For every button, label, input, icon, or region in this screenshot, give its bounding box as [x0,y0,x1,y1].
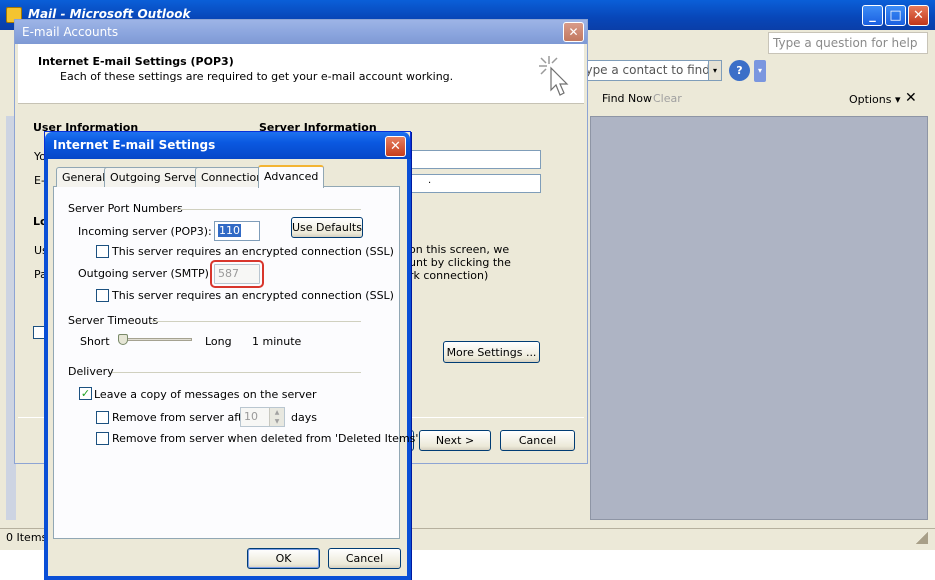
close-find-bar-icon[interactable]: ✕ [905,90,917,106]
next-button[interactable]: Next > [419,430,491,451]
remove-after-label: Remove from server after [112,411,254,424]
ssl-outgoing-label: This server requires an encrypted connec… [112,289,394,302]
test-settings-line-3: rk connection) [409,269,489,282]
status-items-count: 0 Items [6,531,48,544]
remove-deleted-checkbox[interactable] [96,432,109,445]
ssl-incoming-label: This server requires an encrypted connec… [112,245,394,258]
dialog-title: Internet E-mail Settings [53,138,216,152]
test-settings-line-2: unt by clicking the [409,256,511,269]
group-separator [152,321,361,322]
find-contact-dropdown-icon[interactable]: ▾ [708,60,722,81]
wizard-heading: Internet E-mail Settings (POP3) [38,55,234,68]
dialog-frame-bottom [44,576,411,580]
toolbar-overflow-icon[interactable]: ▾ [754,60,766,82]
reading-pane [590,116,928,520]
help-search-input[interactable]: Type a question for help [768,32,928,54]
server-port-numbers-heading: Server Port Numbers [68,202,183,215]
test-settings-line-1: on this screen, we [409,243,510,256]
email-accounts-close-button[interactable]: ✕ [563,22,584,42]
find-contact-input[interactable]: Type a contact to find [575,60,713,81]
options-menu[interactable]: Options ▾ [849,93,900,106]
outlook-close-button[interactable]: ✕ [908,5,929,26]
group-separator [175,209,361,210]
remove-deleted-label: Remove from server when deleted from 'De… [112,432,419,445]
resize-grip-icon[interactable] [916,532,928,544]
use-defaults-button[interactable]: Use Defaults [291,217,363,238]
timeout-long-label: Long [205,335,232,348]
leave-copy-checkbox[interactable]: ✓ [79,387,92,400]
ok-button[interactable]: OK [247,548,320,569]
email-accounts-title: E-mail Accounts [22,25,119,39]
incoming-port-value: 110 [218,224,241,237]
outgoing-server-field[interactable]: . [405,174,541,193]
server-timeouts-heading: Server Timeouts [68,314,159,327]
help-icon[interactable]: ? [729,60,750,81]
more-settings-button[interactable]: More Settings ... [443,341,540,363]
remove-after-checkbox[interactable] [96,411,109,424]
timeout-slider-track[interactable] [118,338,192,341]
maximize-button[interactable]: □ [885,5,906,26]
dialog-frame-right [407,159,411,580]
incoming-server-field[interactable] [405,150,541,169]
ssl-outgoing-checkbox[interactable] [96,289,109,302]
timeout-value: 1 minute [252,335,302,348]
ssl-incoming-checkbox[interactable] [96,245,109,258]
timeout-short-label: Short [80,335,110,348]
dialog-frame-left [44,159,48,580]
tab-outgoing-server[interactable]: Outgoing Server [104,167,207,187]
wizard-cursor-icon [539,56,569,96]
days-label: days [291,411,317,424]
minimize-button[interactable]: _ [862,5,883,26]
outgoing-server-label: Outgoing server (SMTP): [78,267,213,280]
group-separator [112,372,361,373]
tab-advanced[interactable]: Advanced [258,165,325,188]
wizard-cancel-button[interactable]: Cancel [500,430,575,451]
incoming-server-label: Incoming server (POP3): [78,225,212,238]
test-settings-text: on this screen, we unt by clicking the r… [409,243,511,282]
dialog-close-button[interactable]: ✕ [385,136,406,157]
dialog-cancel-button[interactable]: Cancel [328,548,401,569]
delivery-heading: Delivery [68,365,114,378]
outgoing-port-input[interactable]: 587 [210,260,264,288]
clear-button[interactable]: Clear [653,92,682,105]
wizard-subheading: Each of these settings are required to g… [60,70,454,83]
spinner-arrows-icon[interactable]: ▲ ▼ [269,408,284,426]
find-now-button[interactable]: Find Now [602,92,652,105]
timeout-slider-thumb[interactable] [118,334,128,345]
incoming-port-input[interactable]: 110 [214,221,260,241]
leave-copy-label: Leave a copy of messages on the server [94,388,317,401]
